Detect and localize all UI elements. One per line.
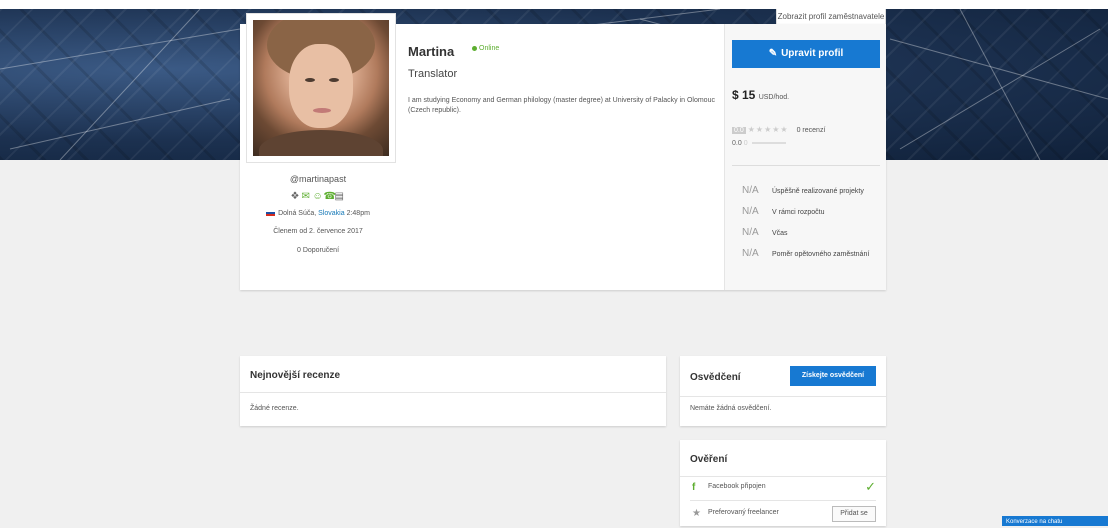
stat-value: N/A <box>742 206 759 217</box>
profile-photo <box>253 20 389 156</box>
top-bar <box>0 0 1108 9</box>
preferred-user-icon: ★ <box>692 508 701 519</box>
online-status-label: Online <box>479 45 500 52</box>
rating-score: 0.0 <box>732 127 746 134</box>
card-divider <box>724 24 725 290</box>
reviews-title: Nejnovější recenze <box>250 370 341 381</box>
username: @martinapast <box>289 174 347 184</box>
card-icon: ▤ <box>334 191 349 202</box>
profile-meta: @martinapast ❖✉☺☎▤ Dolná Súča, Slovakia … <box>240 170 396 254</box>
chat-tab[interactable]: Konverzace na chatu <box>1002 516 1108 526</box>
certifications-divider <box>680 396 886 397</box>
stat-label: Poměr opětovného zaměstnání <box>772 251 870 258</box>
panel-divider <box>732 165 880 166</box>
hourly-rate: $ 15 USD/hod. <box>732 88 789 102</box>
stat-value: N/A <box>742 248 759 259</box>
rating-sub-count: 0 <box>743 140 748 147</box>
stat-label: V rámci rozpočtu <box>772 209 825 216</box>
stat-rehire-rate: N/A Poměr opětovného zaměstnání <box>742 248 869 259</box>
verification-row-divider <box>690 500 876 501</box>
user-icon: ☺ <box>312 191 328 202</box>
member-since: Členem od 2. července 2017 <box>273 228 363 235</box>
shield-icon: ❖ <box>290 191 305 202</box>
stat-completed-projects: N/A Úspěšně realizované projekty <box>742 185 864 196</box>
pencil-icon: ✎ <box>768 48 778 59</box>
edit-profile-button[interactable]: ✎ Upravit profil <box>732 40 880 68</box>
rate-unit: USD/hod. <box>758 94 790 101</box>
rate-value: $ 15 <box>732 88 756 102</box>
facebook-label: Facebook připojen <box>708 483 766 490</box>
certifications-title: Osvědčení <box>690 372 741 383</box>
location: Dolná Súča, Slovakia 2:48pm <box>240 210 396 217</box>
rating-sub-score: 0.0 <box>732 140 742 147</box>
rating-bar <box>751 142 786 145</box>
checkmark-icon: ✓ <box>865 479 876 494</box>
stat-value: N/A <box>742 227 759 238</box>
online-status: Online <box>472 45 499 52</box>
reviews-divider <box>240 392 666 393</box>
verifications-box: Ověření f Facebook připojen ✓ ★ Preferov… <box>680 440 886 526</box>
online-dot-icon <box>472 45 477 51</box>
stat-label: Včas <box>772 230 788 237</box>
profile-name: Martina <box>408 44 455 59</box>
profile-description: I am studying Economy and German philolo… <box>408 97 715 114</box>
phone-icon: ☎ <box>323 191 341 202</box>
certifications-empty: Nemáte žádná osvědčení. <box>690 405 772 412</box>
get-certification-button[interactable]: Získejte osvědčení <box>790 366 876 386</box>
envelope-icon: ✉ <box>301 191 315 202</box>
location-country-link[interactable]: Slovakia <box>318 210 344 217</box>
edit-profile-label: Upravit profil <box>781 48 844 59</box>
verification-facebook: f Facebook připojen ✓ <box>680 478 886 498</box>
reviews-count: 0 recenzí <box>796 127 826 134</box>
join-preferred-button[interactable]: Přidat se <box>832 506 876 522</box>
slovakia-flag-icon <box>266 210 276 217</box>
reviews-empty: Žádné recenze. <box>250 405 299 412</box>
stat-on-time: N/A Včas <box>742 227 788 238</box>
location-city: Dolná Súča, <box>278 210 317 217</box>
certifications-box: Osvědčení Získejte osvědčení Nemáte žádn… <box>680 356 886 426</box>
profile-headline: Translator <box>408 68 458 80</box>
view-employer-profile-link[interactable]: Zobrazit profil zaměstnavatele <box>776 9 886 25</box>
facebook-icon: f <box>692 482 696 493</box>
verifications-divider <box>680 476 886 477</box>
reviews-box: Nejnovější recenze Žádné recenze. <box>240 356 666 426</box>
recommendations-count: 0 Doporučení <box>296 247 340 254</box>
rating-summary: 0.0 ★★★★★ 0 recenzí <box>732 125 825 134</box>
rating-stars-icon: ★★★★★ <box>747 125 789 134</box>
verifications-title: Ověření <box>690 454 728 465</box>
stat-label: Úspěšně realizované projekty <box>772 188 864 195</box>
avatar <box>246 13 396 163</box>
preferred-label: Preferovaný freelancer <box>708 509 779 516</box>
local-time: 2:48pm <box>346 210 370 217</box>
verification-preferred: ★ Preferovaný freelancer Přidat se <box>680 504 886 524</box>
rating-sub: 0.0 0 <box>732 140 786 147</box>
stat-on-budget: N/A V rámci rozpočtu <box>742 206 825 217</box>
verification-icons: ❖✉☺☎▤ <box>240 191 396 202</box>
stat-value: N/A <box>742 185 759 196</box>
